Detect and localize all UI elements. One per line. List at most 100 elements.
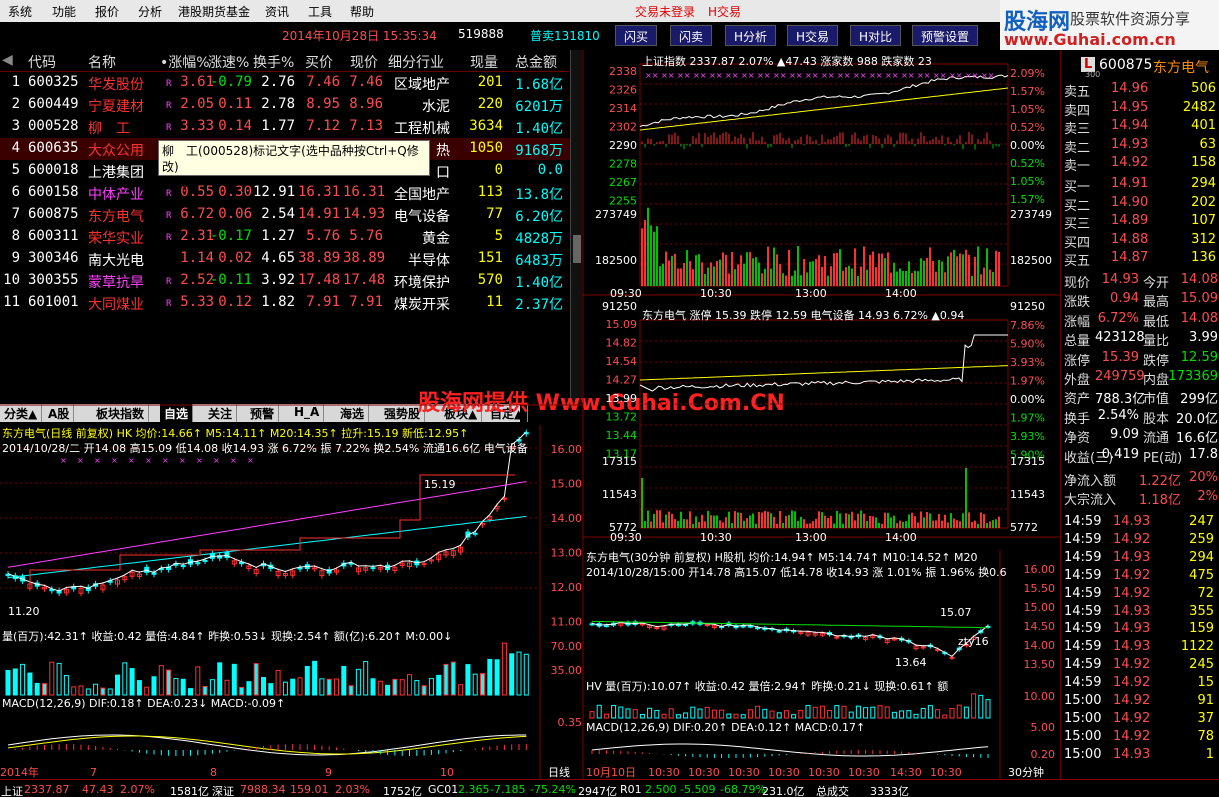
m30-candle: [747, 625, 753, 628]
menu-hk-futures[interactable]: 港股期货基金: [178, 3, 250, 20]
tick-row: 15:00 14.92 91: [1061, 692, 1219, 710]
stat-row: 换手 2.54% 股本 20.0亿: [1061, 407, 1219, 427]
h-compare-button[interactable]: H对比: [850, 25, 902, 46]
index-y-right: 0.52%: [1010, 121, 1045, 134]
ask-row-volume: 506: [1191, 81, 1216, 96]
daily-volume-bar: [458, 684, 464, 696]
daily-volume-bar: [465, 664, 471, 696]
daily-y-tick: 15.00: [551, 478, 583, 491]
status-item: GC01: [428, 783, 459, 796]
flow-label: 净流入额: [1064, 474, 1117, 489]
daily-volume-bar: [297, 677, 303, 696]
index-marker: ××: [773, 71, 786, 80]
alert-settings-button[interactable]: 预警设置: [912, 25, 979, 46]
daily-volume-bar: [282, 681, 288, 696]
m30-volume-bar: [906, 710, 912, 719]
m30-vol-tick: 10.00: [1024, 690, 1056, 703]
m30-candle: [603, 625, 609, 628]
stat-label: 净资: [1064, 431, 1091, 447]
flow-value: 1.18亿: [1139, 493, 1181, 508]
status-item: 2.03%: [335, 783, 370, 796]
stat-label: 总量: [1064, 334, 1091, 350]
stat-label2: 最低: [1143, 314, 1170, 330]
status-item: 47.43: [82, 783, 114, 796]
bid-row: 买二 14.90 202: [1061, 194, 1219, 214]
flash-buy-button[interactable]: 闪买: [615, 25, 658, 46]
stat-label: 现价: [1064, 276, 1091, 291]
menu-quote[interactable]: 报价: [95, 3, 119, 20]
index-y-right: 1.05%: [1010, 103, 1045, 116]
stat-row: 净资 9.09 流通 16.6亿: [1061, 426, 1219, 447]
stat-value2: 12.59: [1180, 349, 1218, 365]
menu-tools[interactable]: 工具: [308, 3, 332, 20]
flash-sell-button[interactable]: 闪卖: [670, 25, 713, 46]
daily-volume-bar: [370, 678, 376, 696]
m30-user-label: zty16: [958, 635, 989, 648]
stat-label2: 最高: [1143, 295, 1170, 311]
menu-system[interactable]: 系统: [8, 3, 32, 20]
m30-candle: [704, 624, 710, 627]
m30-volume-bar: [848, 711, 854, 719]
menu-analysis[interactable]: 分析: [138, 3, 162, 20]
tick-row: 14:59 14.93 159: [1061, 620, 1219, 638]
quote-header: L 300 600875 东方电气: [1061, 56, 1219, 79]
daily-step-line: [29, 474, 515, 588]
menu-function[interactable]: 功能: [52, 3, 76, 20]
m30-volume-bar: [956, 704, 962, 719]
bid-row-label: 买四: [1064, 235, 1091, 251]
index-y-right: 1.05%: [1010, 175, 1045, 188]
m30-volume-bar: [719, 709, 725, 719]
status-item: 1581亿: [170, 785, 209, 797]
menu-help[interactable]: 帮助: [350, 3, 374, 20]
daily-volume-bar: [115, 674, 120, 696]
m30-volume-bar: [683, 712, 689, 719]
m30-volume-bar: [942, 714, 948, 719]
tick-time: 14:59: [1064, 675, 1102, 691]
m30-candle: [683, 624, 689, 627]
index-marker: ××: [981, 71, 994, 80]
tick-volume: 1122: [1180, 639, 1214, 655]
stat-value: 9.09: [1110, 427, 1139, 443]
tick-price: 14.92: [1113, 675, 1151, 691]
daily-y-tick: 14.00: [551, 512, 583, 525]
m30-vol-title: HV 量(百万):10.07↑ 收益:0.42 量倍:2.94↑ 昨换:0.21…: [586, 680, 949, 693]
stock-vol-right: 5772: [1010, 521, 1038, 534]
m30-volume-bar: [963, 706, 969, 719]
stock-y-left: 14.27: [606, 374, 638, 387]
daily-volume-bar: [188, 688, 193, 696]
m30-volume-bar: [611, 705, 617, 719]
tick-row: 14:59 14.92 72: [1061, 585, 1219, 603]
m30-volume-bar: [769, 710, 775, 719]
charts-area: 233823262314230222902278226722552.09%1.5…: [0, 50, 1060, 779]
tick-volume: 259: [1189, 531, 1214, 547]
tick-volume: 15: [1197, 675, 1214, 691]
m30-volume-bar: [733, 713, 739, 719]
stat-label: 涨跌: [1064, 295, 1091, 311]
daily-volume-bar: [421, 685, 427, 696]
trade-status[interactable]: 交易未登录: [635, 3, 695, 20]
daily-volume-bar: [27, 672, 33, 696]
daily-volume-bar: [363, 661, 369, 696]
status-item: 上证: [1, 785, 23, 797]
ask-row: 卖一 14.92 158: [1061, 154, 1219, 174]
h-trade-link[interactable]: H交易: [708, 3, 741, 20]
stat-value2: 14.08: [1180, 272, 1218, 287]
status-item: -7.185: [490, 783, 526, 796]
daily-volume-bar: [180, 678, 186, 696]
daily-volume-bar: [261, 676, 266, 696]
stock-y-right: 1.97%: [1010, 375, 1045, 388]
h-analysis-button[interactable]: H分析: [725, 25, 777, 46]
menu-news[interactable]: 资讯: [265, 3, 289, 20]
tick-volume: 72: [1197, 585, 1214, 601]
daily-volume-bar: [136, 680, 142, 696]
h-trade-button[interactable]: H交易: [787, 25, 839, 46]
daily-volume-bar: [516, 651, 522, 696]
index-vol-right: 182500: [1010, 254, 1052, 267]
m30-volume-bar: [805, 705, 811, 719]
index-marker: ××: [853, 71, 866, 80]
status-item: -5.509: [680, 783, 716, 796]
stock-y-right: 3.93%: [1010, 430, 1045, 443]
m30-dif: [591, 743, 989, 757]
m30-x-label: 10:30: [688, 766, 720, 779]
index-x-label: 13:00: [795, 287, 827, 300]
